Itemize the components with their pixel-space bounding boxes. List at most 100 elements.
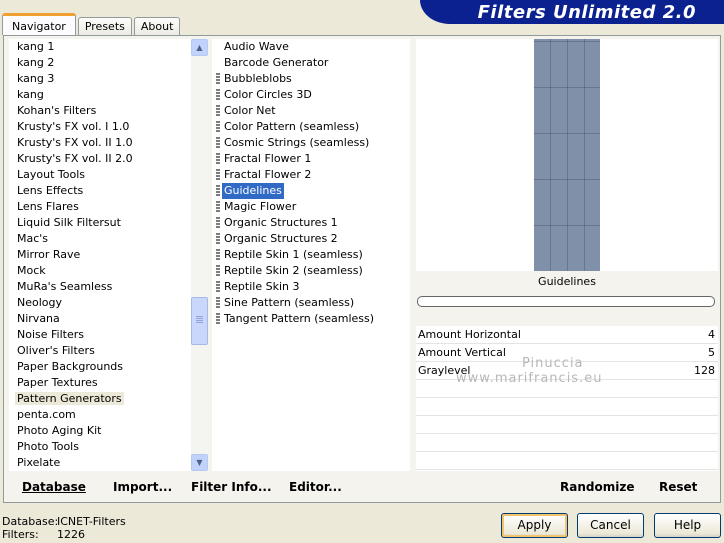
category-item-label: kang 3	[17, 72, 55, 85]
filter-item[interactable]: Color Pattern (seamless)	[212, 119, 410, 135]
category-item[interactable]: kang	[9, 87, 191, 103]
grip-icon	[216, 89, 220, 101]
bottom-toolbar: Database Import... Filter Info... Editor…	[4, 473, 720, 503]
editor-button[interactable]: Editor...	[289, 480, 342, 494]
preview-filter-name: Guidelines	[538, 275, 596, 288]
filter-item[interactable]: Reptile Skin 2 (seamless)	[212, 263, 410, 279]
filter-item[interactable]: Bubbleblobs	[212, 71, 410, 87]
category-item[interactable]: Mac's	[9, 231, 191, 247]
app-banner-title: Filters Unlimited 2.0	[420, 0, 724, 24]
parameter-row	[416, 434, 718, 452]
tab-presets[interactable]: Presets	[77, 17, 132, 35]
import-label: Import...	[113, 480, 173, 494]
help-button[interactable]: Help	[654, 513, 721, 538]
filter-item[interactable]: Magic Flower	[212, 199, 410, 215]
category-item[interactable]: Photo Aging Kit	[9, 423, 191, 439]
category-item[interactable]: Noise Filters	[9, 327, 191, 343]
filter-item[interactable]: Guidelines	[212, 183, 410, 199]
parameter-value[interactable]: 5	[708, 344, 715, 362]
category-item-label: Photo Aging Kit	[17, 424, 102, 437]
category-item-label: Liquid Silk Filtersut	[17, 216, 121, 229]
category-item-label: Kohan's Filters	[17, 104, 97, 117]
category-item[interactable]: MuRa's Seamless	[9, 279, 191, 295]
category-item[interactable]: Kohan's Filters	[9, 103, 191, 119]
filter-item[interactable]: Barcode Generator	[212, 55, 410, 71]
filter-item-label: Fractal Flower 1	[224, 152, 312, 165]
category-item-label: MuRa's Seamless	[17, 280, 113, 293]
category-item-label: Krusty's FX vol. II 2.0	[17, 152, 133, 165]
category-item[interactable]: Neology	[9, 295, 191, 311]
randomize-label: Randomize	[560, 480, 635, 494]
category-item-label: Lens Flares	[17, 200, 79, 213]
category-item-label: kang 1	[17, 40, 55, 53]
category-item[interactable]: kang 3	[9, 71, 191, 87]
category-item[interactable]: Liquid Silk Filtersut	[9, 215, 191, 231]
category-item[interactable]: Oliver's Filters	[9, 343, 191, 359]
category-item-label: Mirror Rave	[17, 248, 81, 261]
filter-item[interactable]: Organic Structures 1	[212, 215, 410, 231]
editor-label: Editor...	[289, 480, 342, 494]
randomize-button[interactable]: Randomize	[560, 480, 634, 494]
category-item[interactable]: penta.com	[9, 407, 191, 423]
import-button[interactable]: Import...	[113, 480, 172, 494]
category-item[interactable]: kang 2	[9, 55, 191, 71]
filter-item[interactable]: Reptile Skin 1 (seamless)	[212, 247, 410, 263]
category-item[interactable]: Mirror Rave	[9, 247, 191, 263]
category-item[interactable]: Lens Flares	[9, 199, 191, 215]
scroll-down-arrow-icon[interactable]: ▼	[191, 454, 208, 471]
parameter-value[interactable]: 4	[708, 326, 715, 344]
category-item-label: Layout Tools	[17, 168, 85, 181]
filter-item[interactable]: Tangent Pattern (seamless)	[212, 311, 410, 327]
filter-item-label: Guidelines	[222, 183, 284, 199]
filter-info-button[interactable]: Filter Info...	[191, 480, 272, 494]
filter-item-label: Audio Wave	[224, 40, 289, 53]
filter-item[interactable]: Color Circles 3D	[212, 87, 410, 103]
tab-navigator[interactable]: Navigator	[2, 13, 76, 35]
filter-item-label: Organic Structures 1	[224, 216, 338, 229]
database-button[interactable]: Database	[22, 480, 86, 494]
reset-label: Reset	[659, 480, 698, 494]
scroll-thumb[interactable]	[191, 297, 208, 345]
category-item-label: Pixelate	[17, 456, 61, 469]
category-item[interactable]: Krusty's FX vol. II 1.0	[9, 135, 191, 151]
category-item[interactable]: Lens Effects	[9, 183, 191, 199]
category-item[interactable]: Mock	[9, 263, 191, 279]
category-scrollbar[interactable]: ▲ ▼	[191, 39, 208, 471]
parameter-row	[416, 416, 718, 434]
category-item[interactable]: Paper Backgrounds	[9, 359, 191, 375]
category-item[interactable]: Paper Textures	[9, 375, 191, 391]
apply-button[interactable]: Apply	[501, 513, 568, 538]
category-list[interactable]: kang 1 kang 2 kang 3 kang Kohan's Filters Kru…	[9, 39, 191, 471]
cancel-button[interactable]: Cancel	[577, 513, 644, 538]
grip-icon	[216, 73, 220, 85]
filter-item[interactable]: Cosmic Strings (seamless)	[212, 135, 410, 151]
category-item[interactable]: Pixelate	[9, 455, 191, 471]
filter-item[interactable]: Reptile Skin 3	[212, 279, 410, 295]
filter-item[interactable]: Sine Pattern (seamless)	[212, 295, 410, 311]
tab-bar: Navigator Presets About	[2, 11, 182, 35]
category-item[interactable]: Photo Tools	[9, 439, 191, 455]
filter-item[interactable]: Audio Wave	[212, 39, 410, 55]
filter-item[interactable]: Color Net	[212, 103, 410, 119]
filter-item[interactable]: Fractal Flower 2	[212, 167, 410, 183]
category-item-label: Nirvana	[17, 312, 60, 325]
grip-icon	[216, 153, 220, 165]
category-item[interactable]: Nirvana	[9, 311, 191, 327]
category-item[interactable]: Layout Tools	[9, 167, 191, 183]
tab-about[interactable]: About	[133, 17, 181, 35]
category-item[interactable]: Krusty's FX vol. I 1.0	[9, 119, 191, 135]
category-item[interactable]: Pattern Generators	[9, 391, 191, 407]
scroll-up-arrow-icon[interactable]: ▲	[191, 39, 208, 56]
parameter-row[interactable]: Amount Horizontal 4	[416, 326, 718, 344]
grip-icon	[216, 233, 220, 245]
filter-list[interactable]: Audio Wave Barcode Generator Bubbleblobs Co…	[212, 39, 410, 471]
parameter-row	[416, 398, 718, 416]
filter-item[interactable]: Organic Structures 2	[212, 231, 410, 247]
category-item[interactable]: kang 1	[9, 39, 191, 55]
parameter-value[interactable]: 128	[694, 362, 715, 380]
category-item[interactable]: Krusty's FX vol. II 2.0	[9, 151, 191, 167]
reset-button[interactable]: Reset	[659, 480, 697, 494]
category-item-label: Paper Backgrounds	[17, 360, 124, 373]
filter-item[interactable]: Fractal Flower 1	[212, 151, 410, 167]
filter-item-label: Magic Flower	[224, 200, 297, 213]
